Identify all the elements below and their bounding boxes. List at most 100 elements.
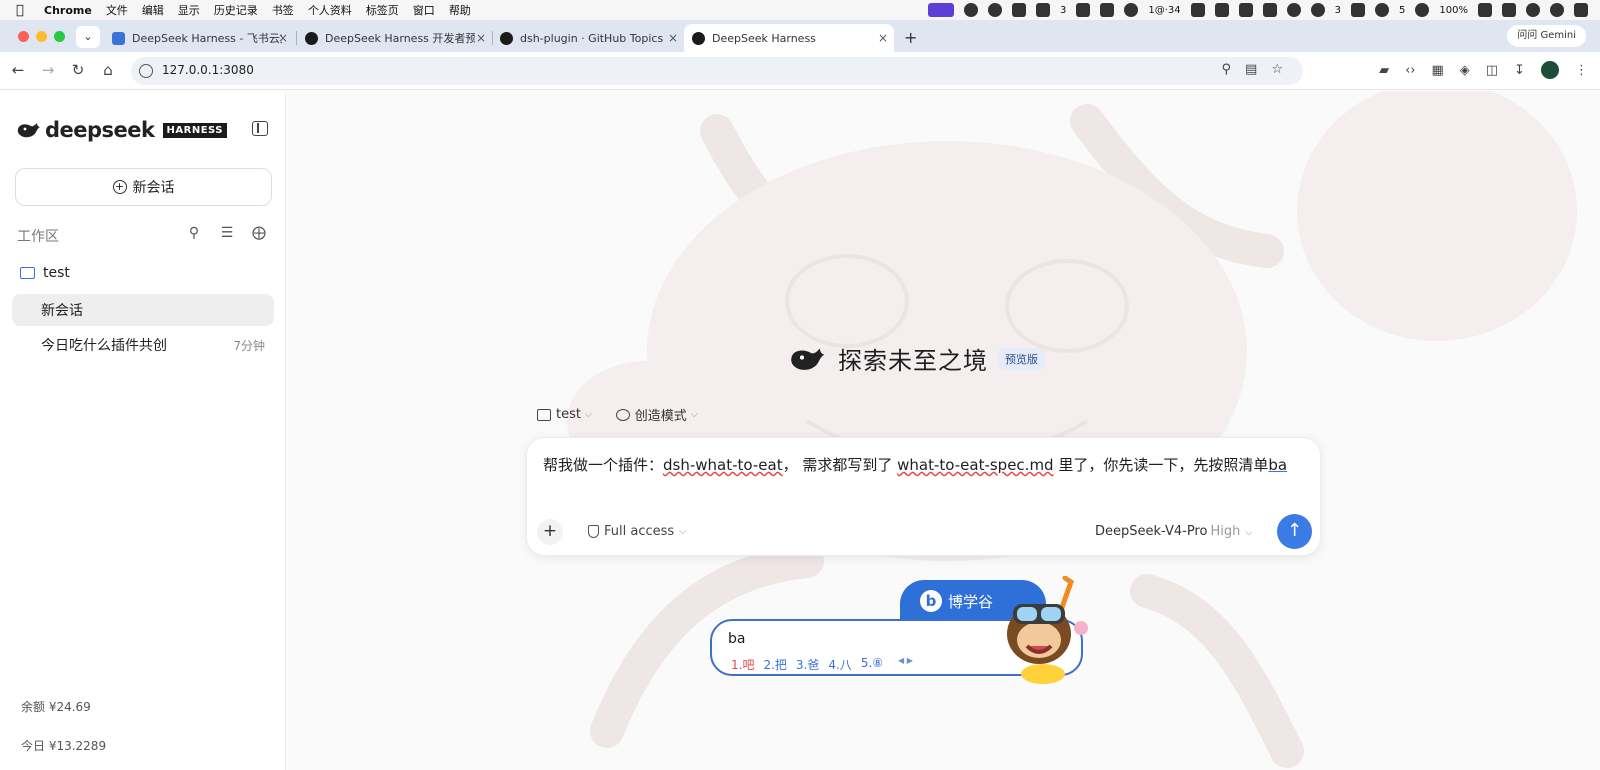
- close-window-button[interactable]: [18, 31, 29, 42]
- chatgpt-icon[interactable]: [1286, 3, 1301, 17]
- tab-github-topics[interactable]: dsh-plugin · GitHub Topics ×: [492, 24, 684, 52]
- menu-file[interactable]: 文件: [106, 2, 128, 18]
- menu-app-name[interactable]: Chrome: [44, 4, 92, 17]
- more-menu-icon[interactable]: ⋮: [1575, 63, 1588, 78]
- folder-name: test: [43, 265, 70, 281]
- control-center-icon[interactable]: [1574, 3, 1588, 17]
- menu-edit[interactable]: 编辑: [142, 2, 164, 18]
- folder-icon: [20, 267, 35, 279]
- zoom-icon[interactable]: ⚲: [1222, 62, 1232, 77]
- download-icon[interactable]: ↧: [1514, 63, 1525, 78]
- menu-help[interactable]: 帮助: [449, 2, 471, 18]
- ime-preedit: ba: [728, 631, 746, 647]
- filter-settings-icon[interactable]: ☰: [218, 225, 236, 243]
- ime-brand: 博学谷: [948, 593, 994, 611]
- tab-search-button[interactable]: ⌄: [76, 26, 100, 48]
- battery-percent: 100%: [1439, 4, 1468, 16]
- clipboard-icon[interactable]: [1262, 3, 1277, 17]
- ime-candidate[interactable]: 3.爸: [796, 656, 819, 673]
- close-icon[interactable]: ×: [278, 31, 288, 45]
- model-selector[interactable]: DeepSeek-V4-Pro High ⌵: [1095, 524, 1252, 539]
- folder-icon: [537, 408, 551, 421]
- reader-icon[interactable]: ▦: [1432, 63, 1444, 78]
- play-icon[interactable]: [1415, 3, 1430, 17]
- message-text-suffix: 里了，你先读一下，先按照清单: [1053, 456, 1269, 474]
- code-icon[interactable]: ‹›: [1405, 63, 1415, 78]
- conversation-item[interactable]: 新会话: [12, 294, 274, 326]
- menu-profile[interactable]: 个人资料: [308, 2, 352, 18]
- tab-developer-preview[interactable]: DeepSeek Harness 开发者预览 ×: [297, 24, 492, 52]
- close-icon[interactable]: ×: [668, 31, 678, 45]
- parking-icon[interactable]: [1351, 3, 1366, 17]
- mode-selector[interactable]: 创造模式 ⌵: [615, 405, 698, 424]
- back-arrow-icon[interactable]: ←: [8, 61, 28, 79]
- shield-icon: [588, 525, 599, 538]
- ime-candidate[interactable]: 4.八: [828, 656, 851, 673]
- ime-candidate[interactable]: 5.⑧: [861, 656, 883, 673]
- menubar-status-area: 3 1@·34 3 5 100%: [928, 0, 1588, 20]
- address-bar[interactable]: 127.0.0.1:3080 ⚲ ▤ ☆: [131, 57, 1303, 85]
- emoji-icon[interactable]: [964, 3, 979, 17]
- screen-record-icon[interactable]: [928, 3, 955, 17]
- new-folder-icon[interactable]: ⨁: [250, 225, 268, 243]
- cat-icon[interactable]: [1100, 3, 1115, 17]
- menu-history[interactable]: 历史记录: [214, 2, 258, 18]
- profile-avatar[interactable]: [1541, 61, 1559, 79]
- search-icon[interactable]: [1550, 3, 1564, 17]
- ime-candidate[interactable]: 2.把: [763, 656, 786, 673]
- message-input[interactable]: 帮我做一个插件：dsh-what-to-eat， 需求都写到了 what-to-…: [543, 452, 1303, 478]
- wechat-icon[interactable]: [1375, 3, 1390, 17]
- robot-icon[interactable]: [1214, 3, 1229, 17]
- translate-icon[interactable]: ◈: [1460, 63, 1470, 78]
- close-icon[interactable]: ×: [476, 31, 486, 45]
- split-view-icon[interactable]: ◫: [1486, 63, 1498, 78]
- ime-page-arrows-icon[interactable]: ◀ ▶: [898, 656, 913, 673]
- search-icon[interactable]: ⚲: [185, 225, 203, 243]
- extensions-icon[interactable]: ▰: [1379, 63, 1389, 78]
- ask-gemini-button[interactable]: 问问 Gemini: [1507, 25, 1586, 47]
- battery-icon[interactable]: [1478, 3, 1492, 17]
- workspace-folder[interactable]: test: [20, 265, 70, 281]
- capcut-icon[interactable]: [1238, 3, 1253, 17]
- menu-bookmarks[interactable]: 书签: [272, 2, 294, 18]
- install-app-icon[interactable]: ▤: [1245, 62, 1257, 77]
- send-button[interactable]: ↑: [1277, 514, 1312, 549]
- close-icon[interactable]: ×: [878, 31, 888, 45]
- reload-icon[interactable]: ↻: [68, 61, 88, 79]
- mic-icon[interactable]: [988, 3, 1003, 17]
- new-tab-button[interactable]: +: [904, 28, 917, 47]
- forward-arrow-icon[interactable]: →: [38, 61, 58, 79]
- menu-tabs[interactable]: 标签页: [366, 2, 399, 18]
- wifi-icon[interactable]: [1526, 3, 1540, 17]
- feishu-doc-icon: [112, 31, 125, 45]
- workspace-selector[interactable]: test ⌵: [537, 407, 592, 422]
- tab-feishu-doc[interactable]: DeepSeek Harness - 飞书云文 ×: [104, 24, 294, 52]
- hero-title: 探索未至之境: [838, 347, 988, 375]
- minimize-window-button[interactable]: [36, 31, 47, 42]
- new-chat-button[interactable]: + 新会话: [15, 168, 272, 206]
- bird-icon[interactable]: [1190, 3, 1205, 17]
- conversation-item[interactable]: 今日吃什么插件共创 7分钟: [12, 329, 274, 361]
- site-info-icon[interactable]: [139, 64, 153, 78]
- access-level-label: Full access: [604, 524, 675, 539]
- apple-icon[interactable]: : [16, 3, 34, 18]
- menu-window[interactable]: 窗口: [413, 2, 435, 18]
- recycle-mode-icon: [615, 408, 630, 421]
- bookmark-star-icon[interactable]: ☆: [1271, 62, 1283, 77]
- menu-view[interactable]: 显示: [178, 2, 200, 18]
- address-url[interactable]: 127.0.0.1:3080: [162, 63, 254, 77]
- shirt-icon[interactable]: [1036, 3, 1051, 17]
- sidebar-toggle-icon[interactable]: [252, 121, 268, 136]
- home-icon[interactable]: ⌂: [98, 61, 118, 79]
- chat-bubble-icon[interactable]: [1310, 3, 1325, 17]
- browser-toolbar: ← → ↻ ⌂ 127.0.0.1:3080 ⚲ ▤ ☆ ▰ ‹› ▦ ◈ ◫ …: [0, 52, 1600, 90]
- tab-deepseek-harness[interactable]: DeepSeek Harness ×: [684, 24, 894, 52]
- ime-candidate[interactable]: 1.吧: [731, 656, 754, 673]
- s-app-icon[interactable]: [1502, 3, 1516, 17]
- wps-icon[interactable]: [1076, 3, 1091, 17]
- notification-icon[interactable]: [1124, 3, 1139, 17]
- access-level-selector[interactable]: Full access ⌵: [588, 524, 686, 539]
- zoom-window-button[interactable]: [54, 31, 65, 42]
- input-source-icon[interactable]: [1012, 3, 1027, 17]
- attach-button[interactable]: +: [537, 519, 563, 545]
